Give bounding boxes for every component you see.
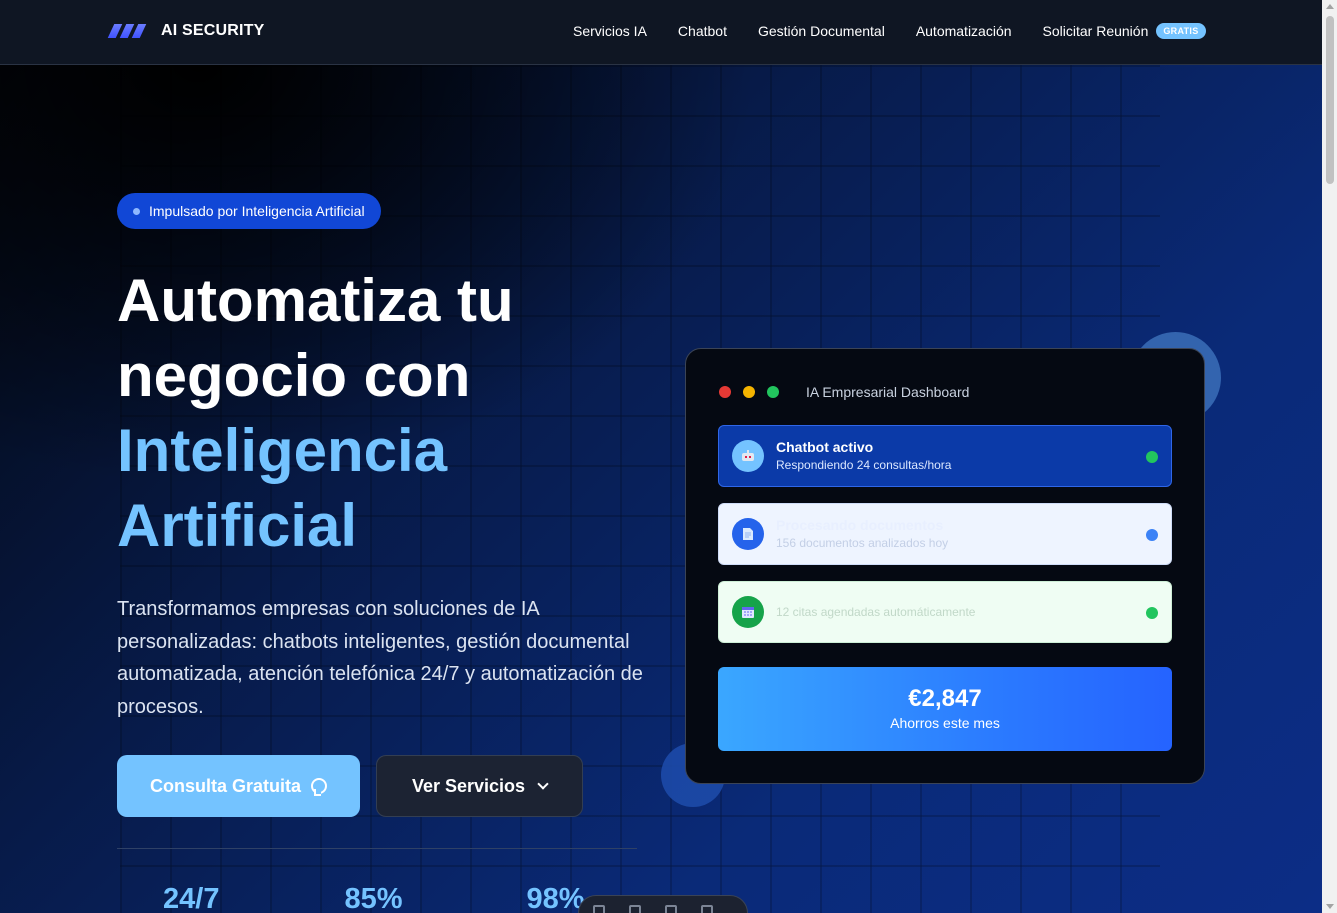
status-dot (1146, 451, 1158, 463)
row-calendar-subtitle: 12 citas agendadas automáticamente (776, 605, 976, 619)
savings-amount: €2,847 (908, 685, 982, 712)
nav-solicitar-reunion[interactable]: Solicitar Reunión GRATIS (1043, 23, 1206, 39)
window-dot-red (719, 386, 731, 398)
hero-section: Impulsado por Inteligencia Artificial Au… (0, 65, 1322, 913)
row-chatbot[interactable]: Chatbot activo Respondiendo 24 consultas… (718, 425, 1172, 487)
calendar-icon (732, 596, 764, 628)
toolbar-tool-icon[interactable] (665, 905, 677, 913)
scroll-down-arrow-icon[interactable] (1326, 904, 1334, 909)
row-documents[interactable]: Procesando documentos 156 documentos ana… (718, 503, 1172, 565)
brand-logo[interactable]: AI SECURITY (107, 22, 265, 40)
headline-line-1: Automatiza tu (117, 267, 514, 334)
brand-name: AI SECURITY (161, 22, 265, 39)
row-chatbot-title: Chatbot activo (776, 439, 874, 455)
scroll-thumb[interactable] (1326, 16, 1334, 184)
stat-availability: 24/7 (163, 883, 220, 913)
headline-line-2: negocio con (117, 342, 471, 409)
dashboard-title: IA Empresarial Dashboard (806, 384, 970, 400)
toolbar-tool-icon[interactable] (593, 905, 605, 913)
row-calendar[interactable]: 12 citas agendadas automáticamente (718, 581, 1172, 643)
nav-gestion-documental[interactable]: Gestión Documental (758, 23, 885, 39)
nav-solicitar-reunion-label: Solicitar Reunión (1042, 23, 1149, 39)
ver-servicios-button[interactable]: Ver Servicios (376, 755, 583, 817)
window-controls (719, 386, 791, 398)
top-navbar: AI SECURITY Servicios IA Chatbot Gestión… (0, 0, 1322, 65)
robot-icon (732, 440, 764, 472)
slanted-bars-logo-icon (107, 22, 151, 40)
nav-chatbot[interactable]: Chatbot (678, 23, 727, 39)
status-dot (1146, 607, 1158, 619)
ver-servicios-label: Ver Servicios (411, 775, 526, 796)
pill-label: Impulsado por Inteligencia Artificial (149, 203, 365, 219)
stat-accuracy: 98% (526, 883, 585, 913)
row-chatbot-subtitle: Respondiendo 24 consultas/hora (776, 458, 952, 472)
hero-headline: Automatiza tu negocio con Inteligencia A… (117, 263, 514, 563)
headline-line-3: Inteligencia (117, 417, 448, 484)
toolbar-tool-icon[interactable] (629, 905, 641, 913)
ai-powered-pill: Impulsado por Inteligencia Artificial (117, 193, 381, 229)
row-documents-subtitle: 156 documentos analizados hoy (776, 536, 949, 550)
hero-description: Transformamos empresas con soluciones de… (117, 598, 643, 718)
row-documents-title: Procesando documentos (776, 517, 944, 533)
nav-servicios-ia[interactable]: Servicios IA (573, 23, 647, 39)
status-dot (1146, 529, 1158, 541)
nav-automatizacion[interactable]: Automatización (916, 23, 1012, 39)
savings-label: Ahorros este mes (890, 715, 1000, 731)
document-icon (732, 518, 764, 550)
page-scrollbar[interactable] (1322, 0, 1337, 913)
floating-toolbar[interactable] (578, 895, 748, 913)
savings-panel: €2,847 Ahorros este mes (718, 667, 1172, 751)
window-dot-yellow (743, 386, 755, 398)
dashboard-card: IA Empresarial Dashboard Chatbot activo … (685, 348, 1205, 784)
chevron-down-icon (537, 777, 549, 790)
pill-dot-icon (133, 207, 140, 215)
toolbar-settings-icon[interactable] (701, 905, 713, 913)
scroll-up-arrow-icon[interactable] (1326, 4, 1334, 9)
window-dot-green (767, 386, 779, 398)
consulta-gratuita-button[interactable]: Consulta Gratuita (117, 755, 360, 817)
stat-efficiency: 85% (344, 883, 403, 913)
headline-line-4: Artificial (117, 492, 358, 559)
consulta-gratuita-label: Consulta Gratuita (149, 775, 301, 796)
stats-divider (117, 848, 637, 849)
gratis-badge: GRATIS (1156, 23, 1206, 39)
chat-bubble-icon (311, 778, 327, 796)
main-menu: Servicios IA Chatbot Gestión Documental … (573, 23, 1206, 39)
